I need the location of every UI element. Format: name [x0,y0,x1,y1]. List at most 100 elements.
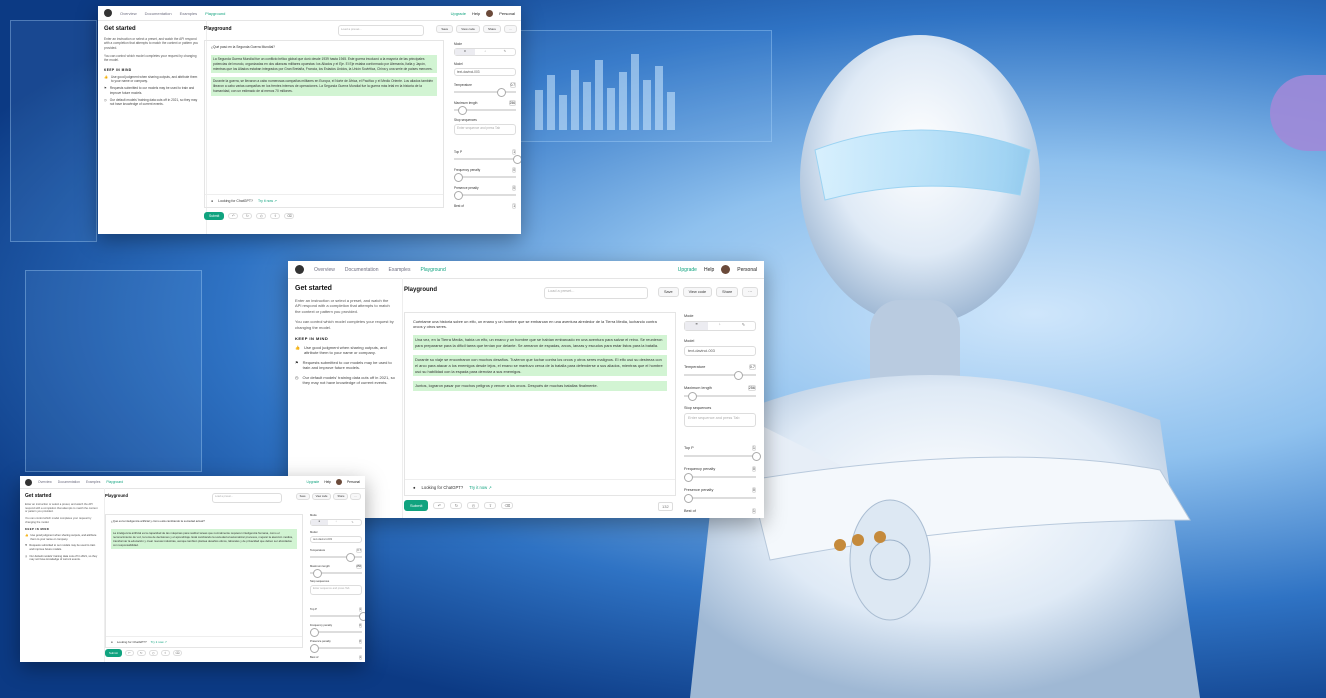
help-link[interactable]: Help [324,480,331,484]
frequency-slider[interactable] [454,173,516,182]
nav-playground[interactable]: Playground [106,480,123,484]
history-icon[interactable]: ◴ [256,213,267,219]
preset-select[interactable]: Load a preset... [212,493,282,503]
personal-menu[interactable]: Personal [737,267,757,273]
presence-value[interactable]: 0 [751,487,756,493]
nav-documentation[interactable]: Documentation [145,11,172,16]
avatar[interactable] [721,265,731,274]
submit-button[interactable]: Submit [105,649,122,657]
preset-select[interactable]: Load a preset... [338,25,424,36]
top-p-value[interactable]: 1 [751,445,756,451]
frequency-value[interactable]: 0 [358,623,362,628]
stop-input[interactable]: Enter sequence and press Tab [310,585,362,595]
max-length-slider[interactable] [684,392,756,401]
stop-input[interactable]: Enter sequence and press Tab [684,413,756,427]
nav-documentation[interactable]: Documentation [345,267,379,273]
regenerate-icon[interactable]: ↻ [450,502,463,509]
mode-complete-icon[interactable]: ≡ [311,520,328,525]
temperature-value[interactable]: 0.7 [748,364,756,370]
best-of-value[interactable]: 1 [512,203,516,209]
personal-menu[interactable]: Personal [347,480,360,484]
try-now-link[interactable]: Try it now ↗ [469,485,492,490]
openai-logo-icon[interactable] [104,9,112,17]
view-code-button[interactable]: View code [682,287,713,297]
temperature-slider[interactable] [454,88,516,97]
nav-examples[interactable]: Examples [388,267,410,273]
nav-examples[interactable]: Examples [86,480,100,484]
mode-edit-icon[interactable]: ✎ [732,322,755,330]
frequency-value[interactable]: 0 [512,167,516,173]
undo-icon[interactable]: ↶ [228,213,239,219]
help-link[interactable]: Help [472,11,480,16]
personal-menu[interactable]: Personal [499,11,515,16]
nav-playground[interactable]: Playground [420,267,445,273]
regenerate-icon[interactable]: ↻ [242,213,253,219]
mode-insert-icon[interactable]: ↓ [328,520,345,525]
thumbs-icon[interactable]: ⇧ [484,502,497,509]
stop-input[interactable]: Enter sequence and press Tab [454,124,516,135]
share-button[interactable]: Share [716,287,739,297]
temperature-slider[interactable] [684,371,756,380]
nav-examples[interactable]: Examples [180,11,198,16]
nav-overview[interactable]: Overview [38,480,52,484]
presence-slider[interactable] [454,191,516,200]
nav-overview[interactable]: Overview [120,11,137,16]
prompt-editor[interactable]: ¿Qué es la inteligencia artificial y cóm… [105,514,303,648]
more-button[interactable]: ··· [742,287,758,297]
upgrade-link[interactable]: Upgrade [307,480,320,484]
frequency-slider[interactable] [684,473,756,482]
best-of-value[interactable]: 1 [751,508,756,514]
presence-slider[interactable] [310,644,362,653]
undo-icon[interactable]: ↶ [124,650,134,656]
temperature-value[interactable]: 0.7 [356,548,362,553]
frequency-slider[interactable] [310,628,362,637]
share-button[interactable]: Share [482,25,501,33]
mode-insert-icon[interactable]: ↓ [708,322,731,330]
save-button[interactable]: Save [295,493,310,500]
save-button[interactable]: Save [657,287,679,297]
top-p-slider[interactable] [310,612,365,621]
view-code-button[interactable]: View code [311,493,332,500]
nav-overview[interactable]: Overview [314,267,335,273]
top-p-slider[interactable] [454,155,521,164]
temperature-value[interactable]: 0.7 [509,82,516,88]
more-button[interactable]: ··· [350,493,361,500]
upgrade-link[interactable]: Upgrade [678,267,697,273]
mode-edit-icon[interactable]: ✎ [495,49,515,55]
openai-logo-icon[interactable] [295,265,304,274]
history-icon[interactable]: ◴ [148,650,158,656]
submit-button[interactable]: Submit [204,212,225,220]
undo-icon[interactable]: ↶ [433,502,446,509]
save-button[interactable]: Save [436,25,454,33]
regenerate-icon[interactable]: ↻ [136,650,146,656]
thumbs-icon[interactable]: ⇧ [270,213,281,219]
thumbs-icon[interactable]: ⇧ [160,650,170,656]
best-of-value[interactable]: 1 [358,655,362,660]
mode-complete-icon[interactable]: ≡ [685,322,709,330]
model-select[interactable]: text-davinci-003 [684,346,756,356]
prompt-editor[interactable]: Cuéntame una historia sobre un elfo, un … [404,312,676,496]
top-p-value[interactable]: 1 [512,149,516,155]
prompt-editor[interactable]: ¿Qué pasó en la Segunda Guerra Mundial? … [204,40,444,208]
more-button[interactable]: ··· [504,25,517,33]
view-code-button[interactable]: View code [456,25,480,33]
top-p-slider[interactable] [684,452,762,461]
nav-playground[interactable]: Playground [205,11,225,16]
presence-value[interactable]: 0 [358,639,362,644]
frequency-value[interactable]: 0 [751,466,756,472]
presence-value[interactable]: 0 [512,185,516,191]
temperature-slider[interactable] [310,553,362,562]
max-length-value[interactable]: 256 [508,100,516,106]
avatar[interactable] [486,9,494,17]
preset-select[interactable]: Load a preset... [544,287,648,299]
max-length-value[interactable]: 256 [355,564,362,569]
try-now-link[interactable]: Try it now ↗ [258,199,277,203]
trash-icon[interactable]: ⌫ [501,502,514,509]
model-select[interactable]: text-davinci-003 [454,68,516,76]
model-select[interactable]: text-davinci-003 [310,536,362,543]
max-length-value[interactable]: 256 [747,385,756,391]
share-button[interactable]: Share [333,493,349,500]
mode-selector[interactable]: ≡ ↓ ✎ [454,48,516,56]
mode-selector[interactable]: ≡ ↓ ✎ [310,519,362,526]
history-icon[interactable]: ◴ [467,502,480,509]
